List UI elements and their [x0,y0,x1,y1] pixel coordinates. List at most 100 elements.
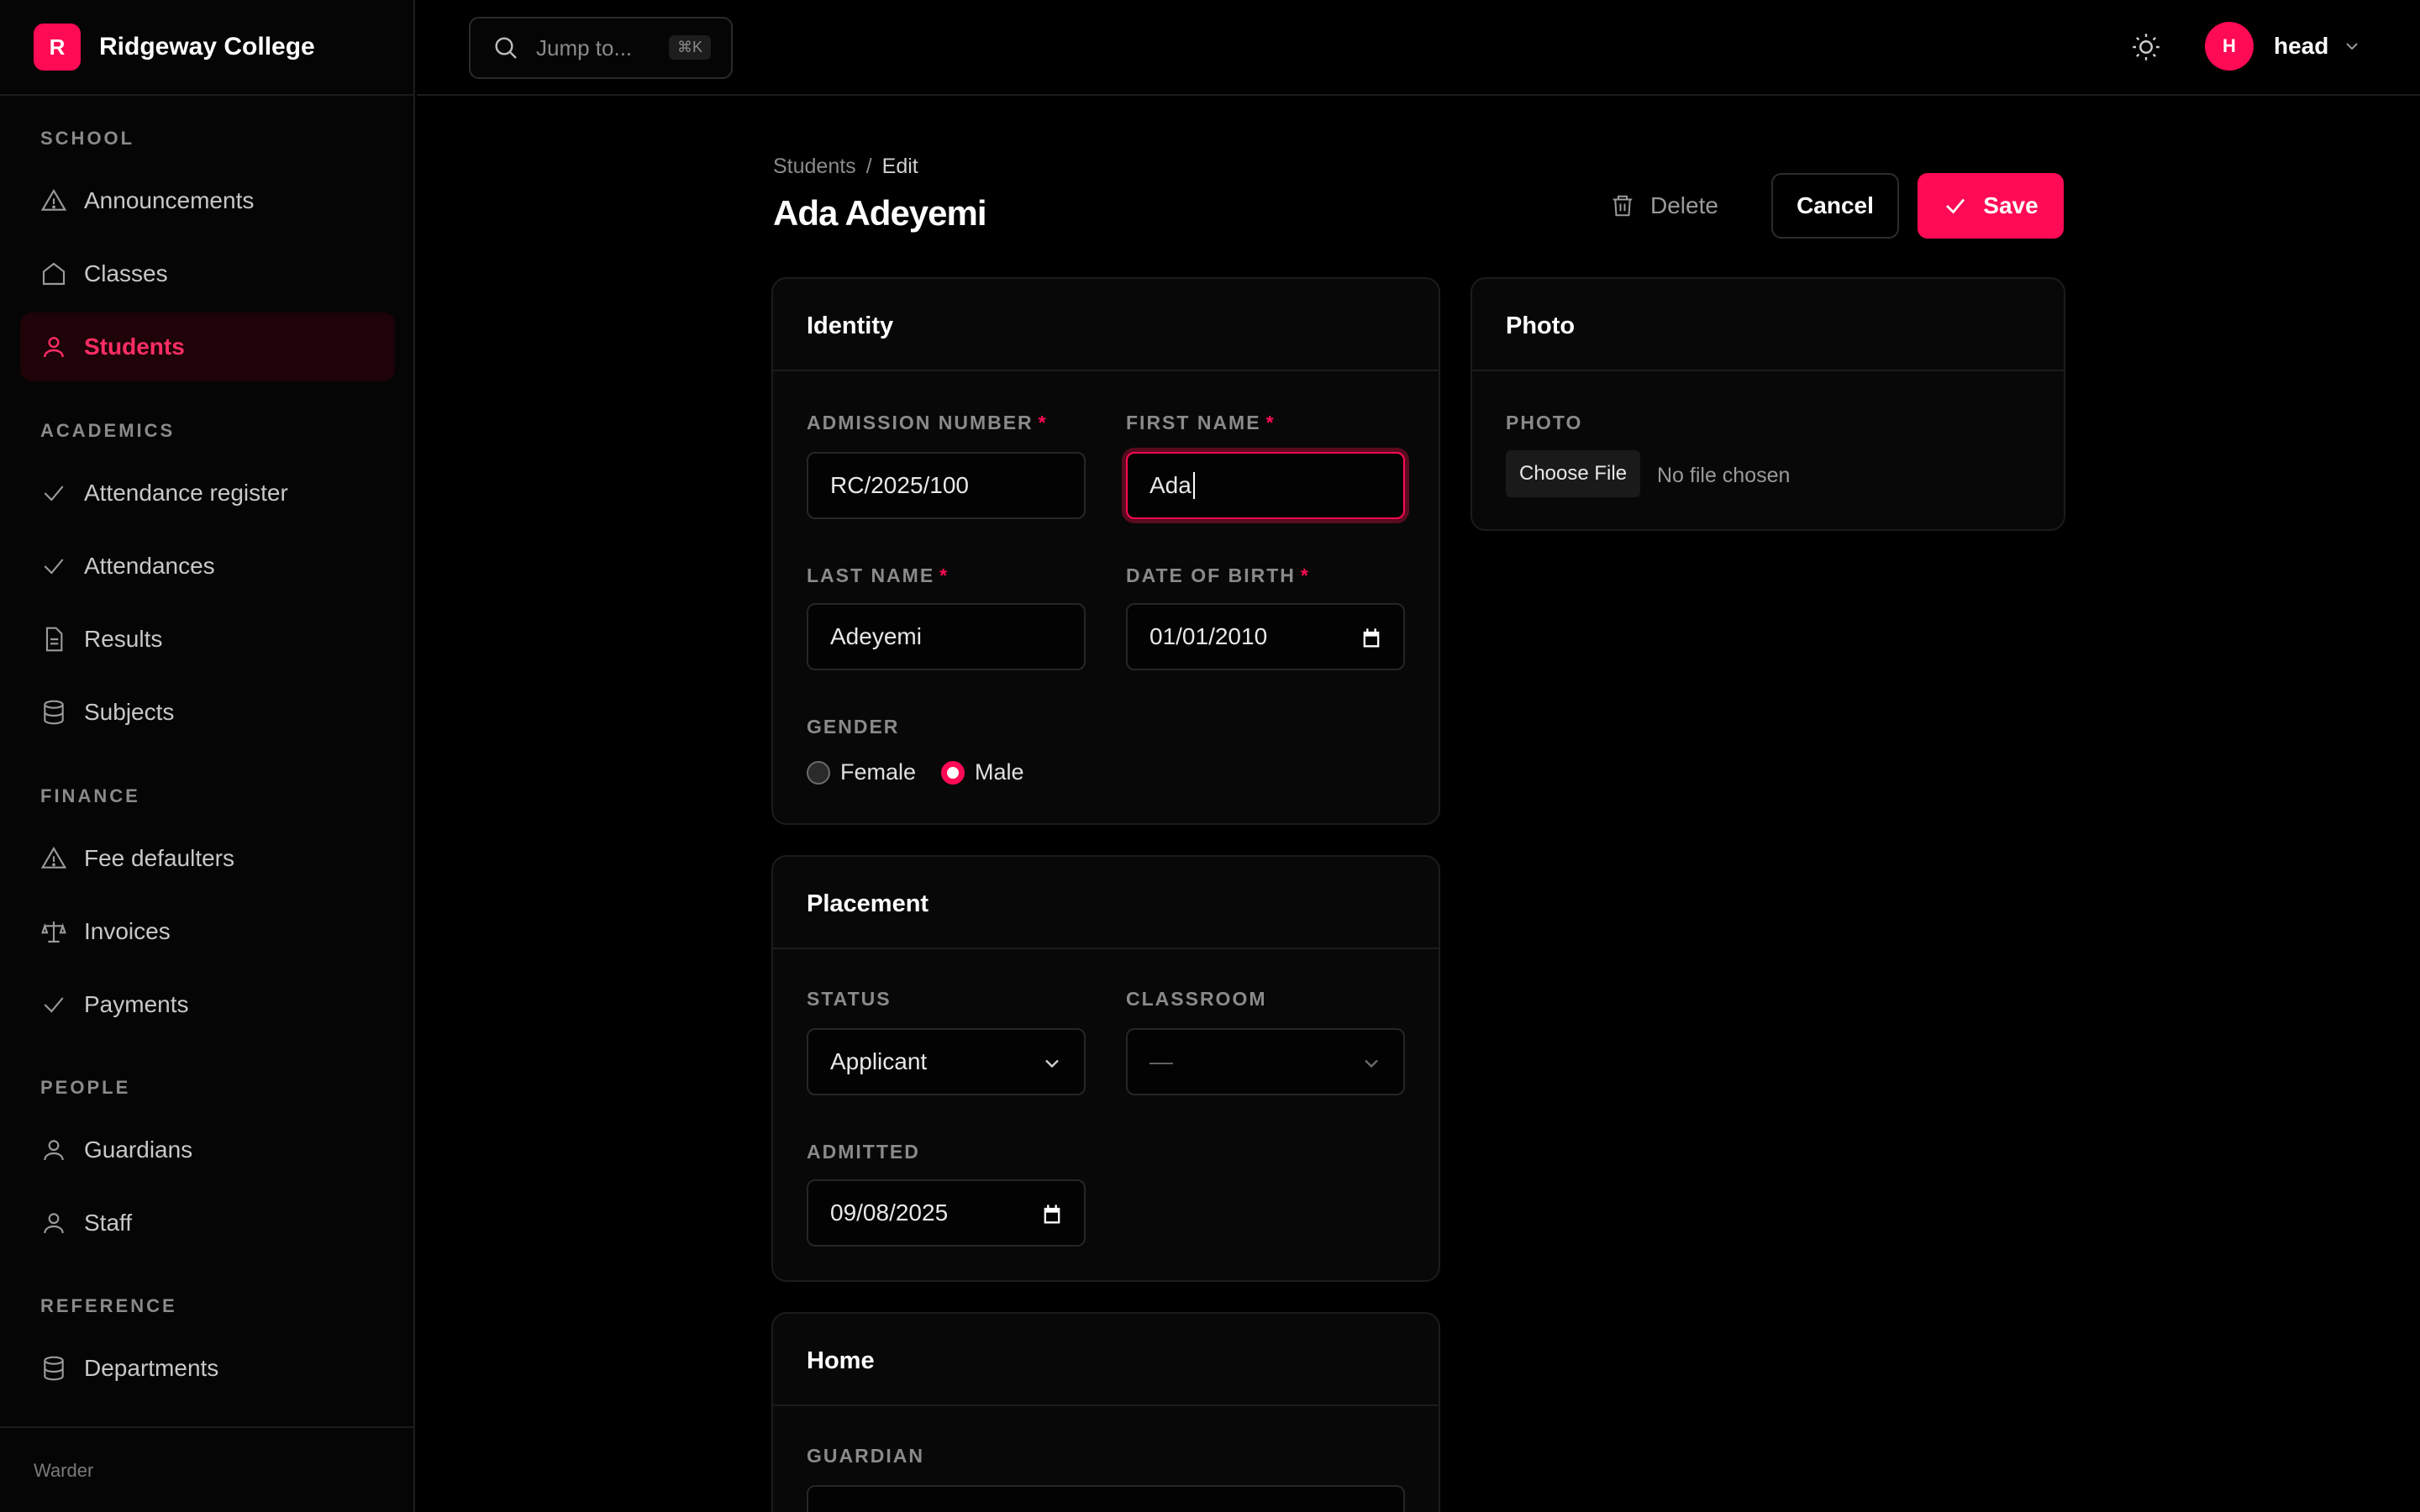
chevron-down-icon [1045,1059,1059,1068]
first-name-label: FIRST NAME * [1126,412,1276,433]
save-button[interactable]: Save [1918,173,2064,239]
gender-male-radio[interactable] [941,760,965,785]
placement-card: Placement STATUS Applicant CLASSROOM — A… [771,855,1440,1282]
sidebar-item-fee-defaulters[interactable]: Fee defaulters [20,824,395,893]
admitted-date-field[interactable]: 09/08/2025 [807,1179,1086,1247]
nav-section-school: SCHOOL [40,128,135,149]
photo-card-title: Photo [1472,279,2064,371]
classroom-select[interactable]: — [1126,1028,1405,1095]
warning-icon [40,188,67,211]
sidebar-item-subjects[interactable]: Subjects [20,678,395,747]
sidebar-item-departments[interactable]: Departments [20,1334,395,1403]
sidebar-item-label: Payments [84,991,189,1017]
delete-label: Delete [1650,192,1718,218]
first-name-field[interactable]: Ada [1126,452,1405,519]
sidebar-item-label: Attendance register [84,480,288,506]
admitted-value: 09/08/2025 [830,1200,949,1226]
home-card: Home GUARDIAN [771,1312,1440,1512]
calendar-icon[interactable] [1040,1203,1064,1226]
sun-icon[interactable] [2131,32,2161,62]
page-title: Ada Adeyemi [773,193,987,233]
check-icon [44,486,64,501]
cancel-button[interactable]: Cancel [1771,173,1899,239]
guardian-select[interactable] [807,1485,1405,1512]
last-name-label: LAST NAME * [807,564,950,586]
trash-icon [1612,195,1633,217]
breadcrumb-students[interactable]: Students [773,155,856,178]
brand-name: Ridgeway College [99,33,315,60]
identity-card-title: Identity [773,279,1439,371]
sidebar-item-payments[interactable]: Payments [20,970,395,1039]
topbar: Jump to... ⌘K H head [417,0,2420,96]
placement-card-title: Placement [773,857,1439,949]
sidebar-item-label: Invoices [84,918,171,944]
home-icon [42,262,66,286]
sidebar-item-students[interactable]: Students [20,312,395,381]
database-icon [44,700,64,725]
nav-section-people: PEOPLE [40,1077,131,1098]
check-icon [44,559,64,575]
file-status: No file chosen [1657,464,1791,487]
photo-label: PHOTO [1506,412,1583,433]
database-icon [44,1356,64,1381]
admission-number-label: ADMISSION NUMBER * [807,412,1048,433]
gender-female-label[interactable]: Female [840,759,916,785]
search-icon [495,37,517,59]
sidebar-item-label: Results [84,626,163,652]
check-icon [1946,198,1965,214]
status-value: Applicant [830,1048,928,1074]
avatar: H [2205,22,2254,71]
nav-section-reference: REFERENCE [40,1295,177,1316]
gender-female-radio[interactable] [807,760,830,785]
home-card-title: Home [773,1314,1439,1406]
sidebar-item-attendance-register[interactable]: Attendance register [20,459,395,528]
breadcrumb: Students / Edit [773,155,918,179]
sidebar-item-label: Subjects [84,699,175,725]
sidebar-item-label: Guardians [84,1137,193,1163]
admission-number-field[interactable]: RC/2025/100 [807,452,1086,519]
nav-section-academics: ACADEMICS [40,420,176,441]
brand-logo: R [34,24,81,71]
brand[interactable]: R Ridgeway College [0,0,415,96]
user-menu[interactable]: H head [2205,22,2362,71]
search-input[interactable]: Jump to... ⌘K [469,17,733,79]
guardian-label: GUARDIAN [807,1445,924,1467]
breadcrumb-separator: / [865,155,872,178]
scale-icon [41,921,66,943]
gender-male-label[interactable]: Male [975,759,1024,785]
sidebar-item-label: Announcements [84,187,255,213]
identity-card: Identity ADMISSION NUMBER * RC/2025/100 F… [771,277,1440,825]
user-icon [44,1140,64,1161]
sidebar-item-label: Fee defaulters [84,845,234,871]
sidebar-item-classes[interactable]: Classes [20,239,395,308]
text-caret [1192,472,1195,499]
sidebar: R Ridgeway College SCHOOL Announcements … [0,0,415,1512]
date-of-birth-label: DATE OF BIRTH * [1126,564,1310,586]
sidebar-item-attendances[interactable]: Attendances [20,532,395,601]
status-label: STATUS [807,988,892,1010]
nav-section-finance: FINANCE [40,785,140,806]
admitted-label: ADMITTED [807,1141,920,1163]
sidebar-item-announcements[interactable]: Announcements [20,166,395,235]
choose-file-button[interactable]: Choose File [1506,450,1641,497]
sidebar-item-staff[interactable]: Staff [20,1189,395,1257]
sidebar-item-invoices[interactable]: Invoices [20,897,395,966]
date-of-birth-value: 01/01/2010 [1150,623,1268,649]
last-name-field[interactable]: Adeyemi [807,603,1086,670]
sidebar-item-results[interactable]: Results [20,605,395,674]
save-label: Save [1983,192,2039,218]
sidebar-item-label: Staff [84,1210,133,1236]
calendar-icon[interactable] [1360,627,1383,650]
date-of-birth-field[interactable]: 01/01/2010 [1126,603,1405,670]
document-icon [45,627,63,652]
photo-card: Photo PHOTO Choose File No file chosen [1470,277,2065,531]
status-select[interactable]: Applicant [807,1028,1086,1095]
sidebar-item-label: Classes [84,260,168,286]
user-icon [44,337,64,358]
sidebar-item-label: Attendances [84,553,215,579]
delete-button[interactable]: Delete [1610,173,1718,239]
gender-radio-group: Female Male [807,759,1024,785]
search-placeholder: Jump to... [536,34,633,60]
sidebar-item-guardians[interactable]: Guardians [20,1116,395,1184]
breadcrumb-current: Edit [881,155,918,178]
